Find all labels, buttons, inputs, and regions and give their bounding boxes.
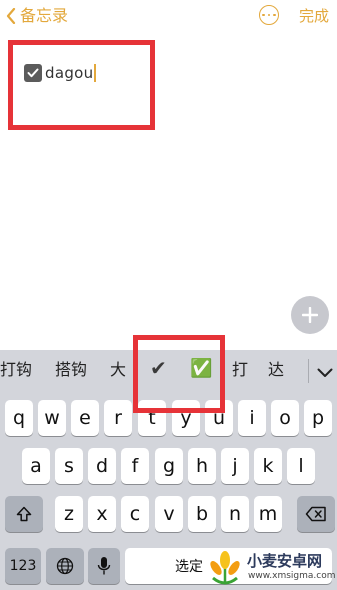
key[interactable]: s bbox=[55, 448, 83, 484]
back-button[interactable]: 备忘录 bbox=[6, 5, 68, 27]
add-button[interactable] bbox=[291, 296, 329, 334]
watermark-logo bbox=[210, 551, 240, 585]
watermark: 小麦安卓网 www.xmsigma.com bbox=[205, 548, 337, 588]
globe-key[interactable] bbox=[46, 548, 84, 584]
key[interactable]: c bbox=[121, 496, 149, 532]
watermark-url: www.xmsigma.com bbox=[248, 571, 336, 581]
more-options-icon[interactable] bbox=[259, 5, 279, 25]
candidate-item[interactable]: 打 bbox=[232, 360, 248, 380]
key[interactable]: f bbox=[121, 448, 149, 484]
shift-key[interactable] bbox=[5, 496, 43, 532]
key[interactable]: w bbox=[38, 400, 66, 436]
shift-icon bbox=[16, 506, 32, 522]
candidate-item[interactable]: 大 bbox=[110, 360, 126, 380]
candidate-item[interactable]: 达 bbox=[268, 360, 284, 380]
key[interactable]: d bbox=[88, 448, 116, 484]
annotation-box-candidate bbox=[133, 335, 225, 413]
chevron-down-icon[interactable] bbox=[317, 363, 333, 382]
key[interactable]: r bbox=[104, 400, 132, 436]
globe-icon bbox=[56, 557, 74, 575]
key[interactable]: g bbox=[155, 448, 183, 484]
done-button[interactable]: 完成 bbox=[299, 5, 329, 27]
key[interactable]: n bbox=[221, 496, 249, 532]
candidate-item[interactable]: 搭钩 bbox=[55, 360, 87, 380]
key[interactable]: z bbox=[55, 496, 83, 532]
key[interactable]: l bbox=[287, 448, 315, 484]
numbers-key[interactable]: 123 bbox=[5, 548, 41, 584]
key[interactable]: i bbox=[238, 400, 266, 436]
back-label: 备忘录 bbox=[20, 6, 69, 25]
key[interactable]: q bbox=[5, 400, 33, 436]
candidate-item[interactable]: 打钩 bbox=[0, 360, 32, 380]
microphone-icon bbox=[97, 557, 111, 575]
key[interactable]: o bbox=[271, 400, 299, 436]
key[interactable]: e bbox=[71, 400, 99, 436]
key[interactable]: b bbox=[188, 496, 216, 532]
annotation-box-note bbox=[8, 40, 155, 130]
key[interactable]: v bbox=[155, 496, 183, 532]
delete-key[interactable] bbox=[297, 496, 335, 532]
candidate-separator bbox=[308, 359, 309, 383]
plus-icon bbox=[302, 307, 318, 323]
key[interactable]: j bbox=[221, 448, 249, 484]
chevron-left-icon bbox=[6, 8, 16, 24]
navigation-bar: 备忘录 完成 bbox=[0, 0, 337, 34]
key[interactable]: a bbox=[22, 448, 50, 484]
backspace-icon bbox=[305, 506, 326, 522]
key[interactable]: k bbox=[254, 448, 282, 484]
dictation-key[interactable] bbox=[88, 548, 120, 584]
key[interactable]: x bbox=[88, 496, 116, 532]
key[interactable]: h bbox=[188, 448, 216, 484]
key[interactable]: m bbox=[254, 496, 282, 532]
key[interactable]: p bbox=[304, 400, 332, 436]
watermark-text: 小麦安卓网 bbox=[247, 552, 323, 570]
